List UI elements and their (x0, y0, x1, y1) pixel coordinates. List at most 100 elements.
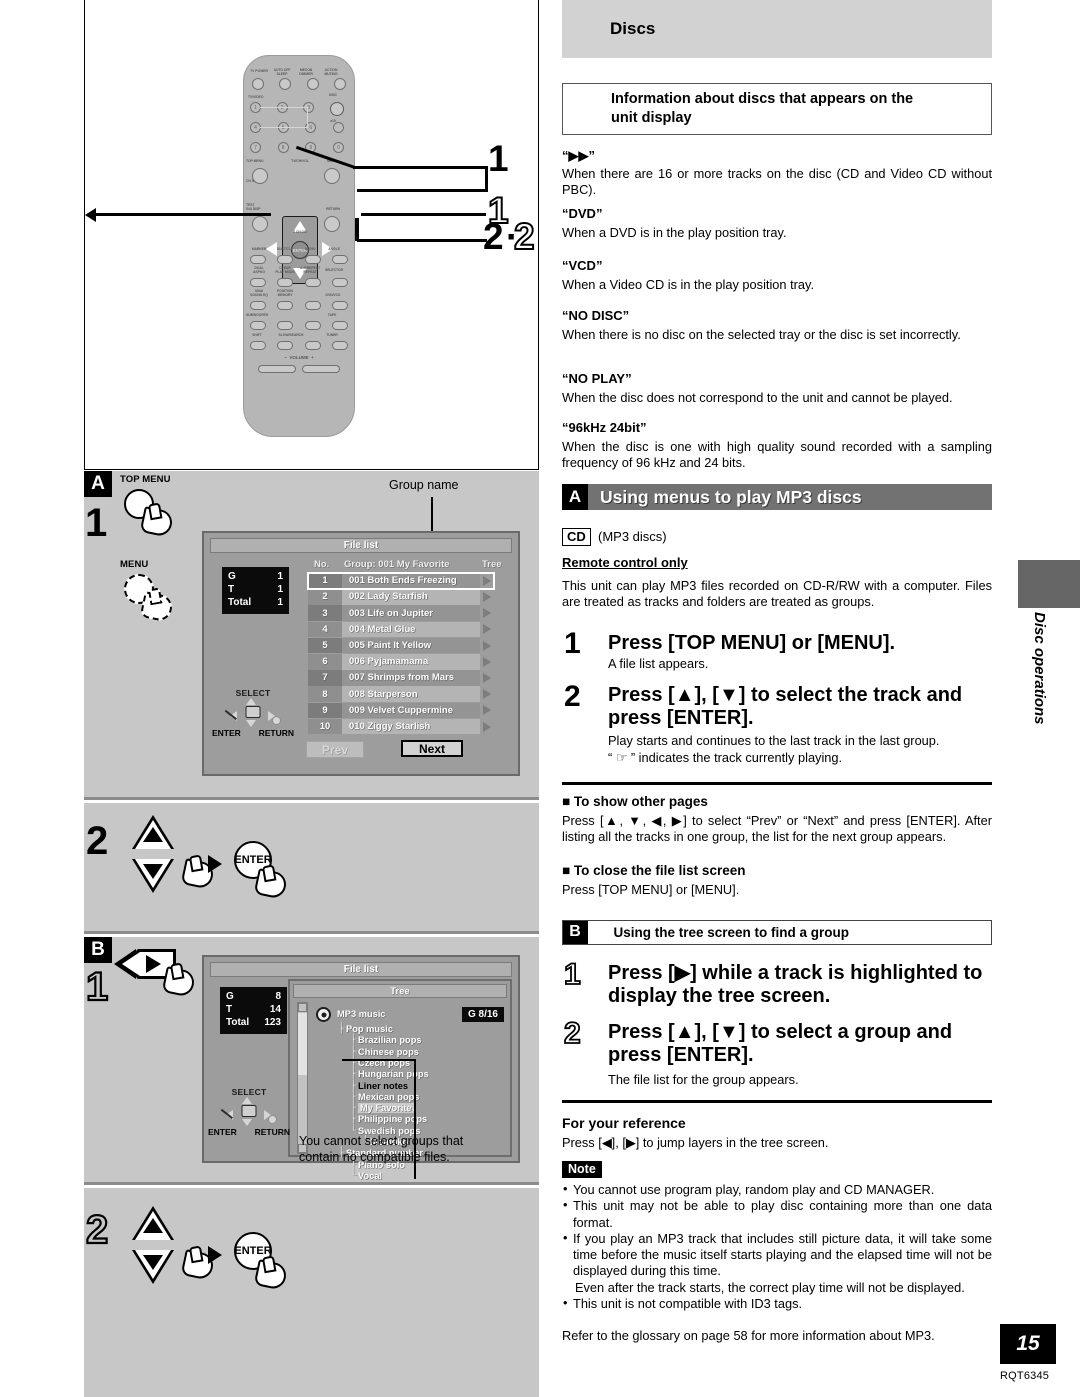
remote-muting-button[interactable] (334, 78, 347, 90)
right-step-1-number: 1 (564, 627, 581, 660)
tree-arrow-icon[interactable] (480, 573, 494, 589)
remote-label-tuner: TUNER (326, 333, 338, 337)
table-row[interactable]: 1 001 Both Ends Freezing (307, 572, 495, 590)
remote-selector-button[interactable] (332, 278, 349, 287)
tree-counter-value-t: 14 (269, 1004, 281, 1016)
tree-arrow-icon[interactable] (480, 622, 494, 638)
remote-sound-eq-button[interactable] (249, 301, 266, 310)
remote-top-menu-button[interactable] (252, 168, 268, 184)
remote-clear-button[interactable] (277, 278, 294, 287)
scrollbar-thumb[interactable] (298, 1013, 307, 1075)
tree-arrow-icon[interactable] (480, 638, 494, 654)
table-row[interactable]: 7 007 Shrimps from Mars (308, 670, 494, 686)
remote-sleep-button[interactable] (279, 78, 292, 90)
remote-return-button[interactable] (324, 216, 340, 232)
tree-item[interactable]: Hungarian pops (358, 1069, 429, 1079)
tree-select-dpad-graphic (206, 1097, 292, 1127)
remote-disc-button[interactable] (329, 102, 344, 116)
remote-gui-disp-button[interactable] (252, 216, 268, 232)
tree-counter-key-total: Total (226, 1017, 250, 1029)
tree-arrow-icon[interactable] (480, 703, 494, 719)
remote-angle-button[interactable] (332, 255, 349, 264)
remote-over-ten-button[interactable] (332, 122, 344, 133)
enter-label: ENTER (212, 728, 241, 738)
remote-label-position-memory: POSITION MEMORY (277, 289, 293, 297)
term-no-play: “NO PLAY” (562, 371, 632, 386)
leader-line-vert-2 (355, 218, 359, 241)
remote-search-fwd-button[interactable] (304, 341, 321, 350)
table-row[interactable]: 3 003 Life on Jupiter (308, 605, 494, 621)
remote-volume-down-button[interactable] (258, 365, 296, 373)
tree-item[interactable]: My Favorite (358, 1103, 414, 1114)
remote-label-tv-power: TV POWER (250, 69, 268, 73)
remote-menu-button[interactable] (324, 168, 340, 184)
table-row[interactable]: 4 004 Metal Glue (308, 621, 494, 638)
tree-item[interactable]: Brazilian pops (358, 1035, 422, 1045)
remote-pause-button[interactable] (304, 301, 321, 310)
remote-tuner-button[interactable] (332, 341, 349, 350)
table-row[interactable]: 10 010 Ziggy Starlish (308, 718, 494, 735)
table-row[interactable]: 8 008 Starperson (308, 686, 494, 702)
tree-counter-row-total: Total 123 (226, 1016, 281, 1029)
remote-volume-up-button[interactable] (302, 365, 340, 373)
remote-label-tv-ch-vol: TV/CH/VOL (291, 159, 309, 163)
file-list-select-cluster: SELECT ENTER RETURN (210, 688, 296, 738)
next-page-button[interactable]: Next (401, 740, 463, 757)
remote-dimmer-button[interactable] (306, 78, 319, 90)
tree-select-up-icon (242, 1097, 252, 1104)
to-close-file-list-heading: ■ To close the file list screen (562, 863, 746, 878)
remote-tv-power-button[interactable] (251, 78, 264, 90)
remote-number-7[interactable]: 7 (250, 142, 261, 153)
section-rule-2 (562, 1100, 992, 1103)
tree-item[interactable]: Philippine pops (358, 1114, 427, 1124)
table-row[interactable]: 5 005 Paint It Yellow (308, 637, 494, 654)
table-row[interactable]: 9 009 Velvet Cuppermine (308, 702, 494, 719)
prev-page-button[interactable]: Prev (306, 741, 364, 758)
remote-shift-button[interactable] (249, 341, 266, 350)
remote-search-back-button[interactable] (277, 341, 294, 350)
tree-item[interactable]: Pop music (346, 1024, 393, 1034)
tree-arrow-icon[interactable] (480, 605, 494, 621)
tree-arrow-icon[interactable] (480, 719, 494, 735)
remote-number-8[interactable]: 8 (277, 142, 289, 153)
counter-value-total: 1 (277, 597, 283, 609)
section-a-intro-text: This unit can play MP3 files recorded on… (562, 578, 992, 610)
tree-arrow-icon[interactable] (480, 686, 494, 702)
term-no-disc-body: When there is no disc on the selected tr… (562, 327, 961, 342)
section-a-badge: A (84, 471, 112, 497)
page-number-badge: 15 (1000, 1324, 1056, 1364)
remote-audio-button[interactable] (304, 255, 321, 264)
remote-marker-button[interactable] (249, 255, 266, 264)
table-row[interactable]: 2 002 Lady Starfish (308, 589, 494, 605)
tree-scrollbar[interactable] (297, 1002, 308, 1154)
remote-skip-back-button[interactable] (277, 321, 294, 330)
remote-repeat-button[interactable] (304, 278, 321, 287)
remote-subwoofer-button[interactable] (249, 321, 266, 330)
file-list-screen-title: File list (210, 538, 512, 553)
note-badge: Note (562, 1161, 602, 1178)
tree-branch-icon: ├ (338, 1023, 345, 1033)
remote-label-dvd-vcd: DVD/VCD (325, 293, 341, 297)
leader-line-menu (357, 189, 488, 192)
tree-item[interactable]: Mexican pops (358, 1092, 419, 1102)
scroll-up-arrow-icon[interactable] (298, 1003, 307, 1012)
remote-dvd-vcd-button[interactable] (332, 301, 349, 310)
tree-branch-icon: ├ (350, 1045, 357, 1056)
tree-item[interactable]: Vocal (358, 1171, 382, 1181)
remote-tape-button[interactable] (332, 321, 349, 330)
remote-label-tape: TAPE (327, 313, 337, 317)
tree-arrow-icon[interactable] (480, 589, 494, 605)
table-row[interactable]: 6 006 Pyjamamama (308, 654, 494, 670)
remote-skip-fwd-button[interactable] (304, 321, 321, 330)
tree-arrow-icon[interactable] (480, 670, 494, 686)
right-step-2-heading: Press [▲], [▼] to select the track and p… (608, 684, 963, 730)
remote-memory-button[interactable] (277, 301, 294, 310)
remote-label-top-menu: TOP MENU (246, 159, 264, 163)
remote-label-dual: DUAL &SPKG (253, 266, 265, 274)
tree-arrow-icon[interactable] (480, 654, 494, 670)
tree-item[interactable]: Chinese pops (358, 1047, 419, 1057)
tree-item[interactable]: Liner notes (358, 1081, 408, 1091)
remote-subtitle-button[interactable] (277, 255, 294, 264)
remote-number-0[interactable]: 0 (332, 142, 344, 153)
remote-dual-button[interactable] (249, 278, 266, 287)
